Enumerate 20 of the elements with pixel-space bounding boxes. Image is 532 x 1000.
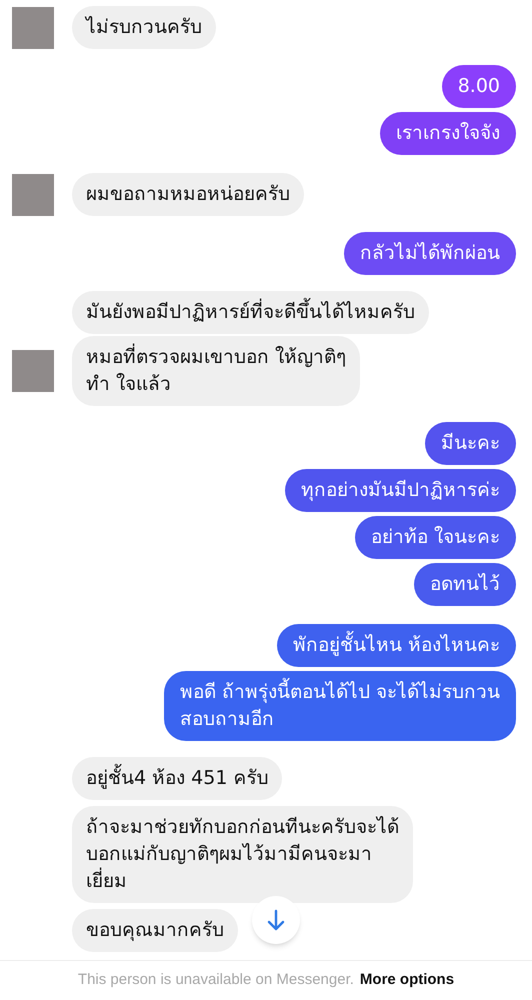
sent-message-bubble: ทุกอย่างมันมีปาฏิหารค่ะ [285, 469, 516, 512]
more-options-link[interactable]: More options [360, 969, 454, 992]
sent-message-bubble: อดทนไว้ [414, 563, 516, 606]
sent-message-bubble: อย่าท้อ ใจนะคะ [354, 516, 516, 559]
received-message-bubble: ถ้าจะมาช่วยทักบอกก่อนทีนะครับจะได้ บอกแม่กับญาติๆผมไว้มามีคนจะมา เยี่ยม [72, 806, 413, 903]
sent-message-bubble: มีนะคะ [425, 422, 516, 465]
sent-message-bubble: 8.00 [442, 65, 516, 108]
received-message-bubble: ผมขอถามหมอหน่อยครับ [72, 173, 304, 216]
received-message-bubble: ไม่รบกวนครับ [72, 6, 216, 49]
sent-message-bubble: พักอยู่ชั้นไหน ห้องไหนคะ [276, 624, 516, 667]
sent-message-bubble: กลัวไม่ได้พักผ่อน [344, 232, 516, 275]
received-message-bubble: หมอที่ตรวจผมเขาบอก ให้ญาติๆ ทำ ใจแล้ว [72, 336, 360, 406]
received-message-bubble: มันยังพอมีปาฏิหารย์ที่จะดีขึ้นได้ไหมครับ [72, 291, 429, 334]
unavailable-notice: This person is unavailable on Messenger. [78, 970, 354, 990]
received-message-bubble: อยู่ชั้น4 ห้อง 451 ครับ [72, 757, 282, 800]
received-message-bubble: ขอบคุณมากครับ [72, 909, 238, 952]
sent-message-bubble: พอดี ถ้าพรุ่งนี้ตอนได้ไป จะได้ไม่รบกวน สอบถามอีก [164, 671, 516, 741]
sent-message-bubble: เราเกรงใจจัง [380, 112, 516, 155]
scroll-down-button[interactable] [252, 896, 300, 944]
down-arrow-icon [266, 909, 286, 931]
